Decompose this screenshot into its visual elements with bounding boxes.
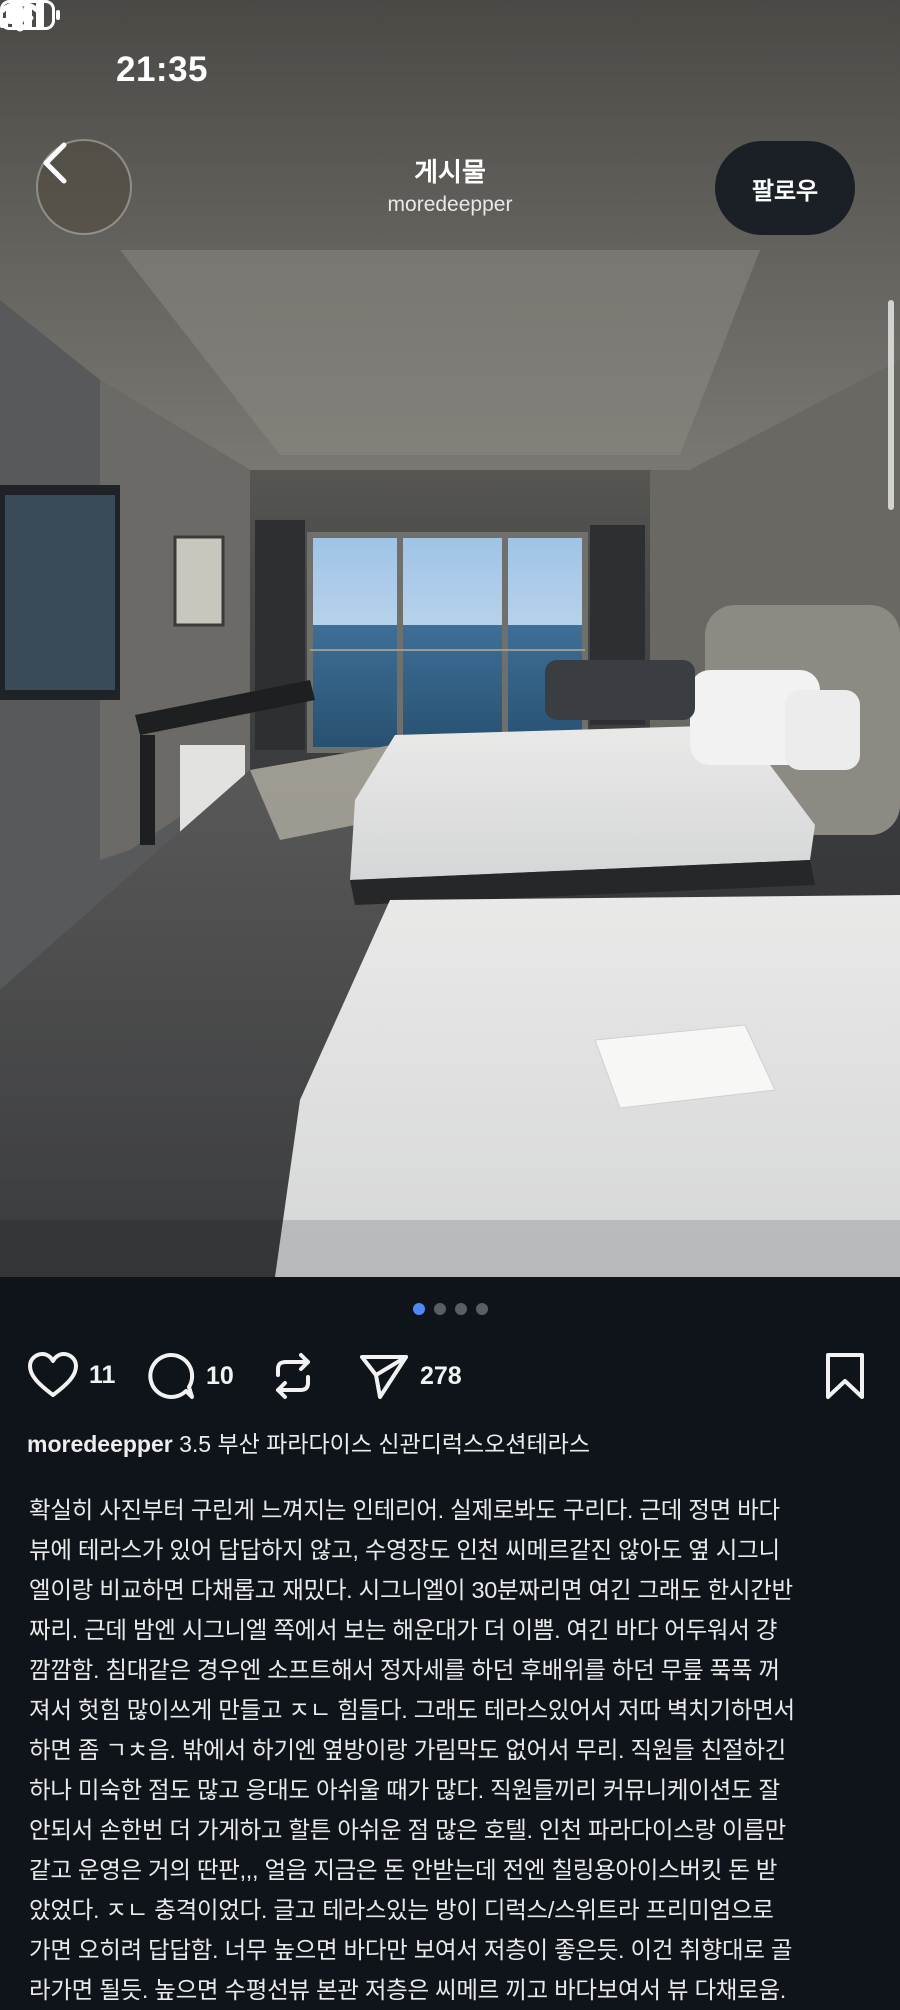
post-author[interactable]: moredeepper: [27, 1431, 173, 1457]
post-photo[interactable]: 21:35 게시물 moredeepper 팔로우: [0, 0, 900, 1277]
post-body-line: 깜깜함. 침대같은 경우엔 소프트해서 정자세를 하던 후배위를 하던 무릎 푹…: [29, 1657, 780, 1683]
post-body-line: 짜리. 근데 밤엔 시그니엘 쪽에서 보는 해운대가 더 이쁨. 여긴 바다 어…: [29, 1617, 778, 1643]
status-time: 21:35: [116, 50, 209, 89]
battery-icon: [0, 0, 60, 30]
heart-icon: [28, 1352, 78, 1397]
post-body-line: 엘이랑 비교하면 다채롭고 재밌다. 시그니엘이 30분짜리면 여긴 그래도 한…: [29, 1577, 793, 1603]
post-body-line: 뷰에 테라스가 있어 답답하지 않고, 수영장도 인천 씨메르같진 않아도 옆 …: [29, 1537, 780, 1563]
post-headline: 3.5 부산 파라다이스 신관디럭스오션테라스: [179, 1431, 590, 1457]
comment-count: 10: [206, 1361, 234, 1390]
carousel-dot: [475, 1303, 488, 1315]
bookmark-button[interactable]: [823, 1351, 867, 1401]
post-body-line: 확실히 사진부터 구린게 느껴지는 인테리어. 실제로봐도 구리다. 근데 정면…: [29, 1497, 780, 1523]
carousel-indicator: [0, 1303, 900, 1315]
post-body-line: 같고 운영은 거의 딴판,,, 얼음 지금은 돈 안받는데 전엔 칠링용아이스버…: [29, 1857, 778, 1883]
post-body-line: 하면 좀 ㄱㅊ음. 밖에서 하기엔 옆방이랑 가림막도 없어서 무리. 직원들 …: [29, 1737, 786, 1763]
follow-button[interactable]: 팔로우: [715, 141, 855, 235]
post-body-line: 안되서 손한번 더 가게하고 할튼 아쉬운 점 많은 호텔. 인천 파라다이스랑…: [29, 1817, 786, 1843]
post-action-bar: 11 10 278: [0, 1347, 900, 1403]
comment-button[interactable]: 10: [146, 1351, 234, 1401]
like-button[interactable]: 11: [27, 1351, 115, 1399]
share-button[interactable]: 278: [358, 1351, 462, 1401]
repost-icon: [276, 1353, 310, 1399]
scrollbar[interactable]: [888, 300, 894, 510]
send-icon: [360, 1355, 408, 1399]
back-button[interactable]: [36, 139, 132, 235]
post-body-line: 았었다. ㅈㄴ 충격이었다. 글고 테라스있는 방이 디럭스/스위트라 프리미엄…: [29, 1897, 774, 1923]
like-count: 11: [89, 1360, 116, 1389]
page-title: 게시물: [414, 157, 486, 187]
post-caption-header: moredeepper 3.5 부산 파라다이스 신관디럭스오션테라스: [27, 1425, 590, 1459]
repost-button[interactable]: [270, 1351, 316, 1401]
post-body-line: 라가면 될듯. 높으면 수평선뷰 본관 저층은 씨메르 끼고 바다보여서 뷰 다…: [29, 1977, 786, 2003]
status-bar: 21:35: [0, 0, 900, 120]
bookmark-icon: [826, 1353, 864, 1399]
carousel-dot: [433, 1303, 446, 1315]
share-count: 278: [420, 1361, 462, 1390]
carousel-dot: [454, 1303, 467, 1315]
comment-icon: [148, 1352, 195, 1399]
post-body-line: 하나 미숙한 점도 많고 응대도 아쉬울 때가 많다. 직원들끼리 커뮤니케이션…: [29, 1777, 780, 1803]
carousel-dot: [412, 1303, 425, 1315]
header-username[interactable]: moredeepper: [300, 193, 600, 217]
post-body: 확실히 사진부터 구린게 느껴지는 인테리어. 실제로봐도 구리다. 근데 정면…: [29, 1490, 879, 2010]
post-body-line: 가면 오히려 답답함. 너무 높으면 바다만 보여서 저층이 좋은듯. 이건 취…: [29, 1937, 793, 1963]
post-body-line: 져서 헛힘 많이쓰게 만들고 ㅈㄴ 힘들다. 그래도 테라스있어서 저따 벽치기…: [29, 1697, 795, 1723]
chevron-left-icon: [43, 142, 67, 184]
